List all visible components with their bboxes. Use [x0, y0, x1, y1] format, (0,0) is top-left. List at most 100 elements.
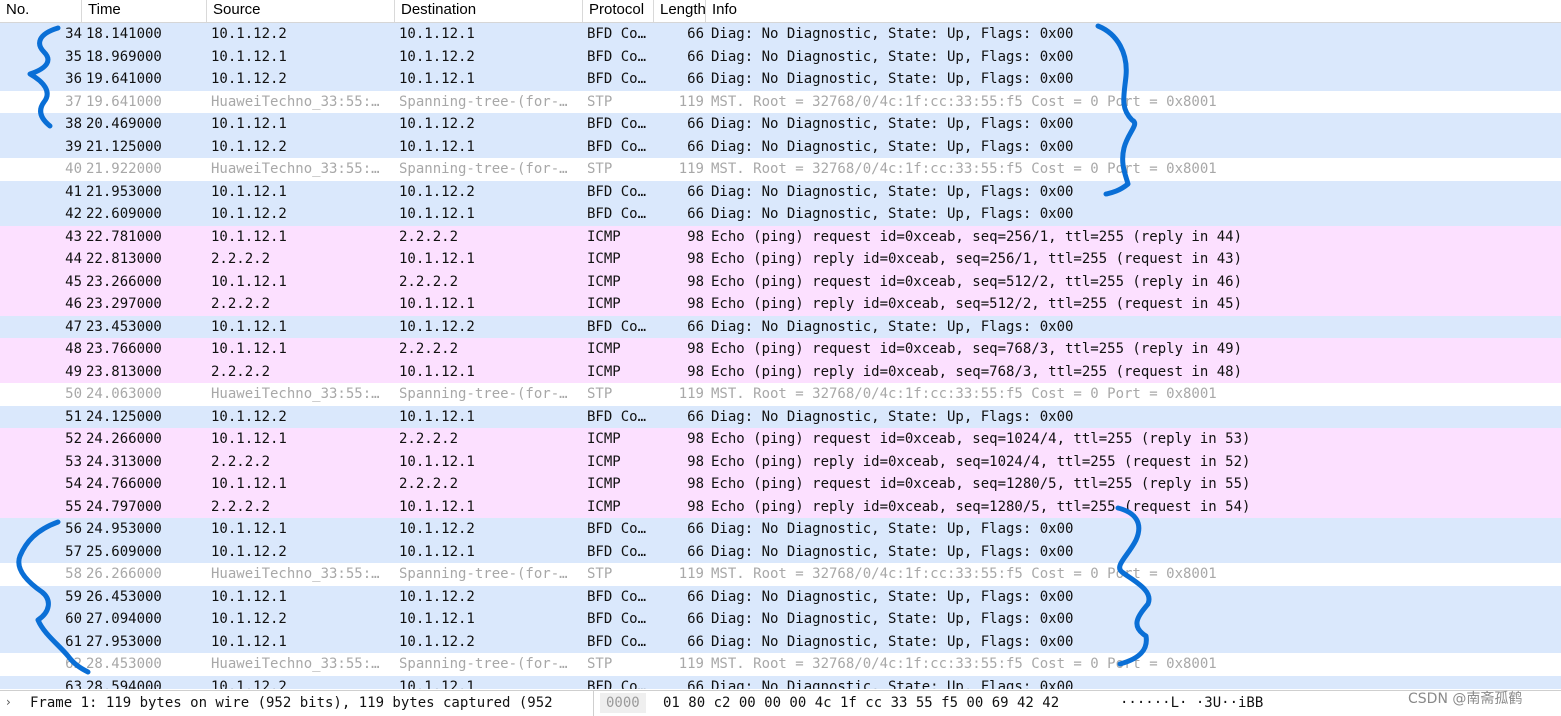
packet-protocol: ICMP [587, 431, 621, 447]
chevron-right-icon[interactable]: › [6, 695, 11, 709]
packet-info: Echo (ping) reply id=0xceab, seq=768/3, … [711, 363, 1243, 380]
packet-length: 98 [687, 341, 704, 357]
column-header-length[interactable]: Length [654, 0, 706, 22]
packet-row[interactable]: 53 24.313000 2.2.2.2 10.1.12.1 ICMP 98 Echo (p… [0, 450, 1561, 473]
packet-row[interactable]: 41 21.953000 10.1.12.1 10.1.12.2 BFD Co… 66 Di… [0, 180, 1561, 203]
packet-length: 66 [687, 611, 704, 627]
packet-time: 18.969000 [86, 48, 162, 65]
packet-protocol: ICMP [587, 296, 621, 312]
packet-destination: 10.1.12.1 [399, 408, 475, 425]
packet-row[interactable]: 50 24.063000 HuaweiTechno_33:55:… Spanning-… [0, 383, 1561, 406]
packet-protocol: ICMP [587, 251, 621, 267]
packet-row[interactable]: 56 24.953000 10.1.12.1 10.1.12.2 BFD Co… 66 Di… [0, 518, 1561, 541]
packet-protocol: BFD Co… [587, 521, 647, 537]
pane-divider[interactable] [593, 691, 594, 716]
packet-protocol: BFD Co… [587, 633, 647, 650]
frame-detail-summary[interactable]: Frame 1: 119 bytes on wire (952 bits), 1… [30, 695, 590, 711]
packet-length: 98 [687, 453, 704, 470]
packet-no: 34 [65, 26, 82, 42]
packet-protocol: ICMP [587, 476, 621, 492]
packet-source: 10.1.12.1 [211, 183, 287, 200]
column-header-protocol[interactable]: Protocol [583, 0, 654, 22]
packet-length: 66 [687, 678, 704, 690]
packet-info: Diag: No Diagnostic, State: Up, Flags: 0… [711, 71, 1074, 87]
packet-time: 28.453000 [86, 656, 162, 672]
packet-protocol: BFD Co… [587, 318, 647, 335]
packet-info: Diag: No Diagnostic, State: Up, Flags: 0… [711, 206, 1074, 222]
column-header-destination[interactable]: Destination [395, 0, 583, 22]
hex-bytes[interactable]: 01 80 c2 00 00 00 4c 1f cc 33 55 f5 00 6… [663, 695, 1059, 711]
packet-no: 63 [65, 678, 82, 690]
packet-row[interactable]: 62 28.453000 HuaweiTechno_33:55:… Spanning-… [0, 653, 1561, 676]
packet-row[interactable]: 45 23.266000 10.1.12.1 2.2.2.2 ICMP 98 Echo (p… [0, 270, 1561, 293]
packet-row[interactable]: 48 23.766000 10.1.12.1 2.2.2.2 ICMP 98 Echo (p… [0, 338, 1561, 361]
packet-row[interactable]: 60 27.094000 10.1.12.2 10.1.12.1 BFD Co… 66 Di… [0, 608, 1561, 631]
packet-time: 24.766000 [86, 476, 162, 492]
packet-row[interactable]: 40 21.922000 HuaweiTechno_33:55:… Spanning-… [0, 158, 1561, 181]
packet-no: 58 [65, 566, 82, 582]
packet-time: 24.953000 [86, 521, 162, 537]
packet-row[interactable]: 35 18.969000 10.1.12.1 10.1.12.2 BFD Co… 66 Di… [0, 45, 1561, 68]
packet-time: 21.125000 [86, 138, 162, 155]
packet-length: 98 [687, 476, 704, 492]
packet-length: 66 [687, 206, 704, 222]
packet-no: 36 [65, 71, 82, 87]
packet-row[interactable]: 34 18.141000 10.1.12.2 10.1.12.1 BFD Co… 66 Di… [0, 23, 1561, 46]
packet-destination: 2.2.2.2 [399, 476, 459, 492]
packet-row[interactable]: 39 21.125000 10.1.12.2 10.1.12.1 BFD Co… 66 Di… [0, 135, 1561, 158]
packet-row[interactable]: 42 22.609000 10.1.12.2 10.1.12.1 BFD Co… 66 Di… [0, 203, 1561, 226]
packet-row[interactable]: 44 22.813000 2.2.2.2 10.1.12.1 ICMP 98 Echo (p… [0, 248, 1561, 271]
packet-row[interactable]: 55 24.797000 2.2.2.2 10.1.12.1 ICMP 98 Echo (p… [0, 495, 1561, 518]
packet-length: 66 [687, 521, 704, 537]
packet-row[interactable]: 49 23.813000 2.2.2.2 10.1.12.1 ICMP 98 Echo (p… [0, 360, 1561, 383]
packet-row[interactable]: 38 20.469000 10.1.12.1 10.1.12.2 BFD Co… 66 Di… [0, 113, 1561, 136]
packet-protocol: BFD Co… [587, 206, 647, 222]
packet-time: 24.266000 [86, 431, 162, 447]
packet-destination: 2.2.2.2 [399, 273, 459, 290]
packet-source: 10.1.12.2 [211, 71, 287, 87]
packet-length: 98 [687, 498, 704, 515]
packet-source: HuaweiTechno_33:55:… [211, 566, 380, 582]
column-header-source[interactable]: Source [207, 0, 395, 22]
packet-time: 25.609000 [86, 543, 162, 560]
packet-info: Echo (ping) reply id=0xceab, seq=1024/4,… [711, 453, 1251, 470]
packet-row[interactable]: 52 24.266000 10.1.12.1 2.2.2.2 ICMP 98 Echo (p… [0, 428, 1561, 451]
packet-row[interactable]: 54 24.766000 10.1.12.1 2.2.2.2 ICMP 98 Echo (p… [0, 473, 1561, 496]
packet-no: 61 [65, 633, 82, 650]
packet-length: 98 [687, 296, 704, 312]
packet-source: HuaweiTechno_33:55:… [211, 93, 380, 110]
packet-time: 24.063000 [86, 386, 162, 402]
packet-row[interactable]: 47 23.453000 10.1.12.1 10.1.12.2 BFD Co… 66 Di… [0, 315, 1561, 338]
packet-row[interactable]: 46 23.297000 2.2.2.2 10.1.12.1 ICMP 98 Echo (p… [0, 293, 1561, 316]
column-header-info[interactable]: Info [706, 0, 1561, 22]
packet-row[interactable]: 57 25.609000 10.1.12.2 10.1.12.1 BFD Co… 66 Di… [0, 540, 1561, 563]
packet-row[interactable]: 63 28.594000 10.1.12.2 10.1.12.1 BFD Co… 66 Di… [0, 675, 1561, 690]
packet-source: HuaweiTechno_33:55:… [211, 386, 380, 402]
column-header-time[interactable]: Time [82, 0, 207, 22]
packet-info: Diag: No Diagnostic, State: Up, Flags: 0… [711, 138, 1074, 155]
packet-no: 35 [65, 48, 82, 65]
packet-info: Diag: No Diagnostic, State: Up, Flags: 0… [711, 183, 1074, 200]
packet-length: 119 [678, 93, 704, 110]
packet-source: 2.2.2.2 [211, 498, 271, 515]
packet-length: 66 [687, 183, 704, 200]
packet-row[interactable]: 61 27.953000 10.1.12.1 10.1.12.2 BFD Co… 66 Di… [0, 630, 1561, 653]
packet-length: 66 [687, 543, 704, 560]
packet-length: 98 [687, 273, 704, 290]
packet-time: 23.266000 [86, 273, 162, 290]
packet-row[interactable]: 43 22.781000 10.1.12.1 2.2.2.2 ICMP 98 Echo (p… [0, 225, 1561, 248]
status-pane: › Frame 1: 119 bytes on wire (952 bits),… [0, 690, 1561, 716]
packet-row[interactable]: 51 24.125000 10.1.12.2 10.1.12.1 BFD Co… 66 Di… [0, 405, 1561, 428]
packet-row[interactable]: 37 19.641000 HuaweiTechno_33:55:… Spanning-… [0, 90, 1561, 113]
packet-destination: 10.1.12.2 [399, 116, 475, 132]
packet-row[interactable]: 59 26.453000 10.1.12.1 10.1.12.2 BFD Co… 66 Di… [0, 585, 1561, 608]
packet-list-header: No. Time Source Destination Protocol Len… [0, 0, 1561, 23]
packet-row[interactable]: 58 26.266000 HuaweiTechno_33:55:… Spanning-… [0, 563, 1561, 586]
packet-source: HuaweiTechno_33:55:… [211, 161, 380, 177]
column-header-no[interactable]: No. [0, 0, 82, 22]
hex-ascii[interactable]: ······L· ·3U··iBB [1120, 695, 1263, 711]
packet-source: HuaweiTechno_33:55:… [211, 656, 380, 672]
packet-source: 10.1.12.1 [211, 318, 287, 335]
packet-row[interactable]: 36 19.641000 10.1.12.2 10.1.12.1 BFD Co… 66 Di… [0, 68, 1561, 91]
packet-time: 27.094000 [86, 611, 162, 627]
